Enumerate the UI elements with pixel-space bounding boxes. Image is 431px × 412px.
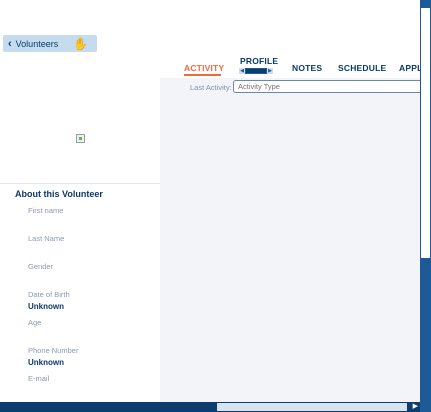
chevron-left-icon: ‹ (8, 37, 12, 50)
back-to-volunteers-button[interactable]: ‹ Volunteers ✋ (3, 35, 97, 52)
tab-profile[interactable]: PROFILE (240, 56, 278, 66)
divider (0, 183, 160, 184)
phone-number-value: Unknown (28, 358, 64, 367)
tab-schedule[interactable]: SCHEDULE (338, 63, 386, 73)
hand-cursor-icon: ✋ (73, 36, 88, 51)
email-label: E-mail (28, 374, 50, 383)
last-name-label: Last Name (28, 234, 65, 243)
about-volunteer-heading: About this Volunteer (15, 189, 103, 199)
first-name-label: First name (28, 206, 64, 215)
vertical-scrollbar-thumb[interactable] (421, 8, 430, 258)
tab-scroller[interactable]: ◀ ▶ (239, 68, 273, 74)
activity-panel (160, 78, 420, 402)
vertical-scrollbar[interactable] (420, 0, 431, 412)
tab-scroller-thumb[interactable] (246, 69, 266, 73)
tab-applications[interactable]: APPL (399, 63, 422, 73)
phone-number-label: Phone Number (28, 346, 79, 355)
gender-label: Gender (28, 262, 54, 271)
tab-notes[interactable]: NOTES (292, 63, 322, 73)
profile-sidebar (0, 78, 160, 402)
last-activity-label: Last Activity: (190, 83, 232, 92)
scroll-right-arrow-icon[interactable]: ▶ (413, 403, 418, 411)
horizontal-scrollbar[interactable]: ▶ (0, 402, 420, 412)
date-of-birth-value: Unknown (28, 302, 64, 311)
horizontal-scrollbar-thumb[interactable] (217, 403, 407, 411)
tab-activity[interactable]: ACTIVITY (184, 63, 224, 73)
scrollbar-corner (420, 402, 431, 412)
back-button-label: Volunteers (15, 38, 59, 49)
active-tab-underline (184, 74, 221, 76)
date-of-birth-label: Date of Birth (28, 290, 70, 299)
volunteer-photo (76, 134, 85, 143)
scroll-right-icon[interactable]: ▶ (267, 68, 273, 74)
activity-type-input[interactable] (233, 80, 420, 93)
scroll-left-icon[interactable]: ◀ (239, 68, 245, 74)
age-label: Age (28, 318, 42, 327)
